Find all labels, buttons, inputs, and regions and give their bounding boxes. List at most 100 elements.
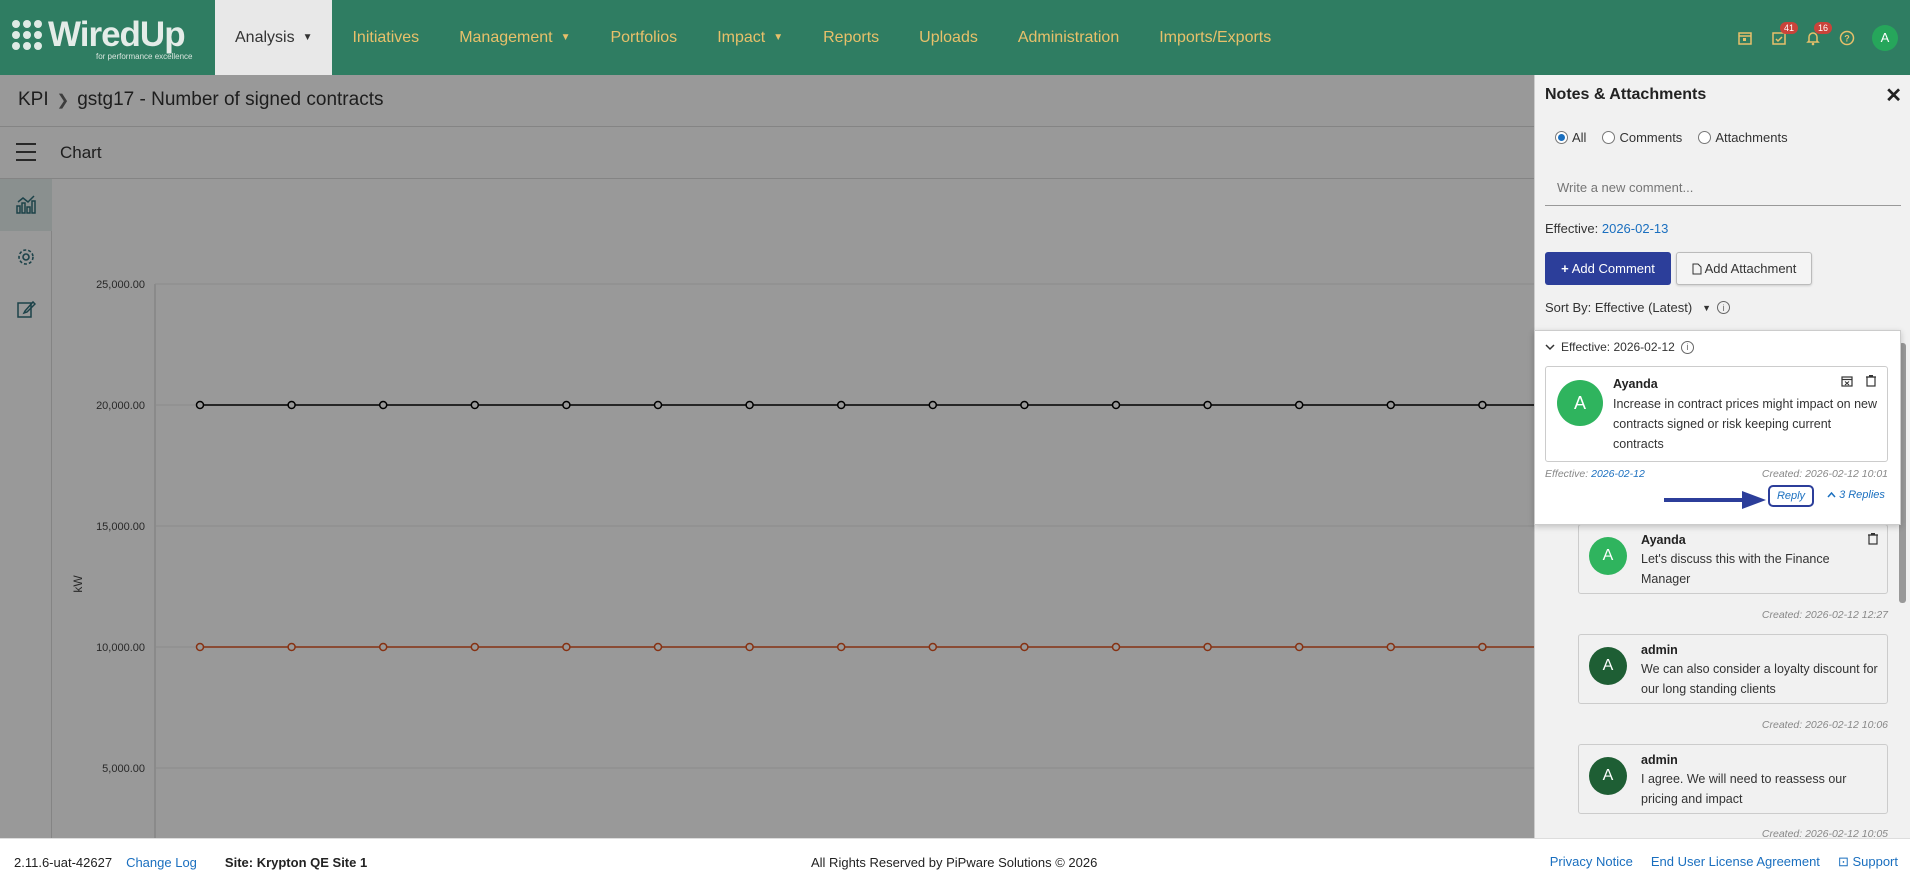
data-point [470,642,480,652]
eula-link[interactable]: End User License Agreement [1651,854,1820,870]
sort-label: Sort By: Effective (Latest) [1545,300,1693,315]
svg-text:?: ? [1844,33,1850,43]
effective-date-row: Effective: 2026-02-13 [1545,221,1668,236]
data-point [745,642,754,652]
nav-item-uploads[interactable]: Uploads [899,0,998,75]
sidebar [0,179,52,838]
logo[interactable]: WiredUp for performance excellence [0,0,215,75]
data-point [1020,642,1029,652]
add-attachment-button[interactable]: Add Attachment [1676,252,1812,285]
y-tick-label: 15,000.00 [96,521,145,533]
thread-header[interactable]: Effective: 2026-02-12 i [1545,340,1694,354]
nav-item-analysis[interactable]: Analysis ▼ [215,0,333,75]
effective-date-link[interactable]: 2026-02-13 [1602,221,1669,236]
chevron-down-icon [1545,344,1555,351]
data-point [653,400,663,410]
caret-down-icon: ▼ [1702,302,1712,313]
edit-icon[interactable] [0,283,52,335]
file-icon [1692,263,1702,274]
y-tick-label: 20,000.00 [96,400,145,412]
meta-effective-date[interactable]: 2026-02-12 [1591,468,1645,480]
support-link[interactable]: ⊡ Support [1838,854,1898,870]
breadcrumb-root[interactable]: KPI [18,89,49,111]
data-point [836,642,846,652]
button-label: Add Comment [1571,261,1655,276]
comment-card: A Ayanda Increase in contract prices mig… [1545,366,1888,462]
nav-item-initiatives[interactable]: Initiatives [332,0,439,75]
data-point [1111,400,1121,410]
breadcrumb: KPI ❯ gstg17 - Number of signed contract… [18,89,383,111]
avatar: A [1589,537,1627,575]
comment-created: Created: 2026-02-12 10:01 [1761,468,1888,480]
data-point [745,400,754,410]
data-point [1203,642,1212,652]
y-tick-label: 5,000.00 [102,763,145,775]
data-point [287,400,296,410]
avatar: A [1557,380,1603,426]
data-point [470,400,480,410]
reply-card: A admin I agree. We will need to reasses… [1578,744,1888,814]
data-point [928,400,938,410]
user-avatar[interactable]: A [1872,24,1898,51]
comment-text: Increase in contract prices might impact… [1613,397,1878,451]
calendar-remove-icon[interactable] [1841,374,1853,392]
nav-item-reports[interactable]: Reports [803,0,899,75]
footer: 2.11.6-uat-42627 Change Log Site: Krypto… [0,838,1910,885]
close-icon[interactable]: ✕ [1885,83,1902,108]
nav-item-imports-exports[interactable]: Imports/Exports [1139,0,1291,75]
avatar: A [1589,647,1627,685]
nav-item-management[interactable]: Management ▼ [439,0,590,75]
avatar: A [1589,757,1627,795]
reply-text: I agree. We will need to reassess our pr… [1641,772,1847,806]
calendar-icon[interactable] [1728,21,1762,55]
site-label: Site: Krypton QE Site 1 [224,854,368,870]
meta-effective-label: Effective: [1545,468,1589,480]
chart-view-icon[interactable] [0,179,52,231]
new-comment-input[interactable] [1545,170,1901,206]
footer-links: Privacy Notice End User License Agreemen… [1550,854,1898,870]
notes-panel-title: Notes & Attachments [1545,86,1707,103]
replies-toggle[interactable]: 3 Replies [1827,489,1885,501]
trash-icon[interactable] [1867,532,1879,550]
reply-card: A Ayanda Let's discuss this with the Fin… [1578,524,1888,594]
nav-item-administration[interactable]: Administration [998,0,1139,75]
data-point [378,642,388,652]
settings-gear-icon[interactable] [0,231,52,283]
support-icon: ⊡ [1837,854,1853,869]
data-point [836,400,846,410]
help-icon[interactable]: ? [1830,21,1864,55]
chevron-up-icon [1827,491,1836,498]
data-point [378,400,388,410]
data-point [562,400,571,410]
nav-item-impact[interactable]: Impact ▼ [697,0,803,75]
version-text: 2.11.6-uat-42627 [14,854,113,870]
tasks-icon[interactable]: 41 [1762,21,1799,55]
filter-comments-radio[interactable]: Comments [1602,130,1682,145]
filter-all-radio[interactable]: All [1555,130,1586,145]
data-point [1111,642,1121,652]
bell-icon[interactable]: 16 [1796,21,1833,55]
info-icon[interactable]: i [1717,301,1731,314]
nav-label: Management [459,28,553,46]
reply-button[interactable]: Reply [1768,485,1814,507]
add-comment-button[interactable]: + Add Comment [1545,252,1671,285]
reply-card: A admin We can also consider a loyalty d… [1578,634,1888,704]
page-title: gstg17 - Number of signed contracts [77,89,384,110]
thread-header-text: Effective: 2026-02-12 [1561,340,1675,354]
nav-item-portfolios[interactable]: Portfolios [590,0,697,75]
nav-label: Analysis [235,28,295,46]
reply-author: admin [1641,643,1678,657]
data-point [1386,400,1396,410]
radio-unchecked-icon [1698,131,1712,144]
privacy-link[interactable]: Privacy Notice [1550,854,1633,870]
logo-brand: WiredUp [48,14,186,54]
reply-author: Ayanda [1641,533,1686,547]
sort-dropdown[interactable]: Sort By: Effective (Latest) ▼ i [1545,300,1731,315]
change-log-link[interactable]: Change Log [126,855,197,870]
menu-icon[interactable] [16,143,36,161]
data-point [1478,642,1487,652]
trash-icon[interactable] [1865,374,1877,392]
info-icon[interactable]: i [1680,340,1694,354]
filter-attachments-radio[interactable]: Attachments [1698,130,1788,145]
reply-created: Created: 2026-02-12 10:06 [1761,719,1888,731]
